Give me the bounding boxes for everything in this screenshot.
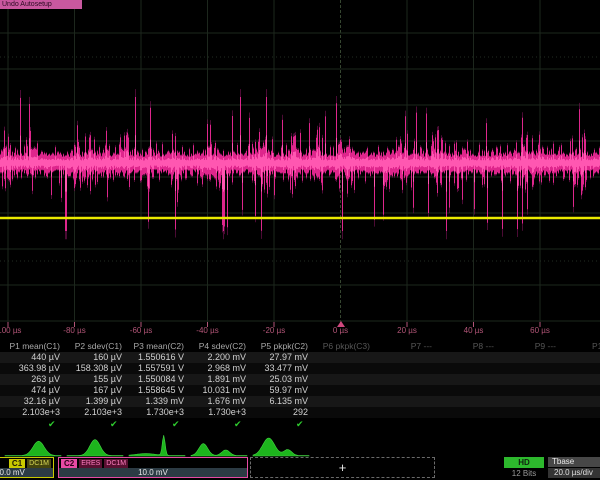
c2-coupling-badge: DC1M [104,459,128,468]
channel-c2-descriptor[interactable]: C2 ERES DC1M 10.0 mV [58,457,248,478]
hd-mode-badge[interactable]: HD [504,457,544,468]
channel-c1-descriptor[interactable]: C1 DC1M 10.0 mV [0,457,54,478]
trigger-position-marker[interactable] [337,321,345,327]
table-cell: 1.557591 V [126,363,184,374]
time-axis-label: 40 µs [464,326,484,335]
param-header[interactable]: P3 mean(C2) [126,341,184,352]
param-header[interactable]: P8 --- [436,341,494,352]
table-cell: 2.200 mV [188,352,246,363]
table-cell: 1.730e+3 [188,407,246,418]
time-axis-label: -100 µs [0,326,21,335]
table-cell: 6.135 mV [250,396,308,407]
bit-depth-label: 12 Bits [504,469,544,478]
c2-label: C2 [61,459,77,468]
plus-icon: + [339,460,347,475]
c1-scale: 10.0 mV [0,468,53,477]
table-cell: 27.97 mV [250,352,308,363]
table-cell: 2.968 mV [188,363,246,374]
oscilloscope-screen: Undo Autosetup -100 µs -80 µs -60 µs -40 µs… [0,0,600,480]
c2-eres-badge: ERES [79,459,102,468]
table-cell: 1.550084 V [126,374,184,385]
table-cell: 474 µV [2,385,60,396]
add-trace-box[interactable]: + [250,457,435,478]
table-cell: 263 µV [2,374,60,385]
table-cell: 158.308 µV [64,363,122,374]
measurement-histicons [0,432,600,458]
table-cell: 1.891 mV [188,374,246,385]
table-cell: 1.730e+3 [126,407,184,418]
status-check-icon: ✔ [48,419,56,430]
table-cell: 59.97 mV [250,385,308,396]
timebase-descriptor[interactable]: Tbase 20.0 µs/div [548,457,600,478]
time-axis-label: 60 µs [530,326,550,335]
table-cell: 10.031 mV [188,385,246,396]
table-cell: 155 µV [64,374,122,385]
param-header[interactable]: P4 sdev(C2) [188,341,246,352]
table-cell: 160 µV [64,352,122,363]
c1-label: C1 [9,459,25,468]
table-cell: 1.676 mV [188,396,246,407]
time-axis-label: 0 µs [333,326,348,335]
param-header[interactable]: P6 pkpk(C3) [312,341,370,352]
time-axis-label: -80 µs [63,326,85,335]
time-axis-label: -40 µs [196,326,218,335]
table-cell: 363.98 µV [2,363,60,374]
status-check-icon: ✔ [296,419,304,430]
param-header[interactable]: P7 --- [374,341,432,352]
time-axis-label: 20 µs [397,326,417,335]
time-axis-label: -60 µs [130,326,152,335]
table-cell: 2.103e+3 [2,407,60,418]
status-check-icon: ✔ [110,419,118,430]
status-check-icon: ✔ [234,419,242,430]
c2-scale: 10.0 mV [59,468,247,477]
table-cell: 1.550616 V [126,352,184,363]
param-header[interactable]: P10 --- [560,341,600,352]
table-cell: 1.399 µV [64,396,122,407]
table-cell: 167 µV [64,385,122,396]
timebase-value: 20.0 µs/div [548,468,600,478]
status-check-icon: ✔ [172,419,180,430]
table-cell: 1.558645 V [126,385,184,396]
param-header[interactable]: P5 pkpk(C2) [250,341,308,352]
top-left-badge[interactable]: Undo Autosetup [0,0,82,9]
c1-coupling-badge: DC1M [27,459,51,468]
timebase-label: Tbase [548,457,600,467]
table-cell: 32.16 µV [2,396,60,407]
table-cell: 440 µV [2,352,60,363]
param-header[interactable]: P1 mean(C1) [2,341,60,352]
time-axis-label: -20 µs [263,326,285,335]
table-cell: 292 [250,407,308,418]
param-header[interactable]: P9 --- [498,341,556,352]
table-cell: 2.103e+3 [64,407,122,418]
param-header[interactable]: P2 sdev(C1) [64,341,122,352]
table-cell: 33.477 mV [250,363,308,374]
table-cell: 1.339 mV [126,396,184,407]
table-cell: 25.03 mV [250,374,308,385]
